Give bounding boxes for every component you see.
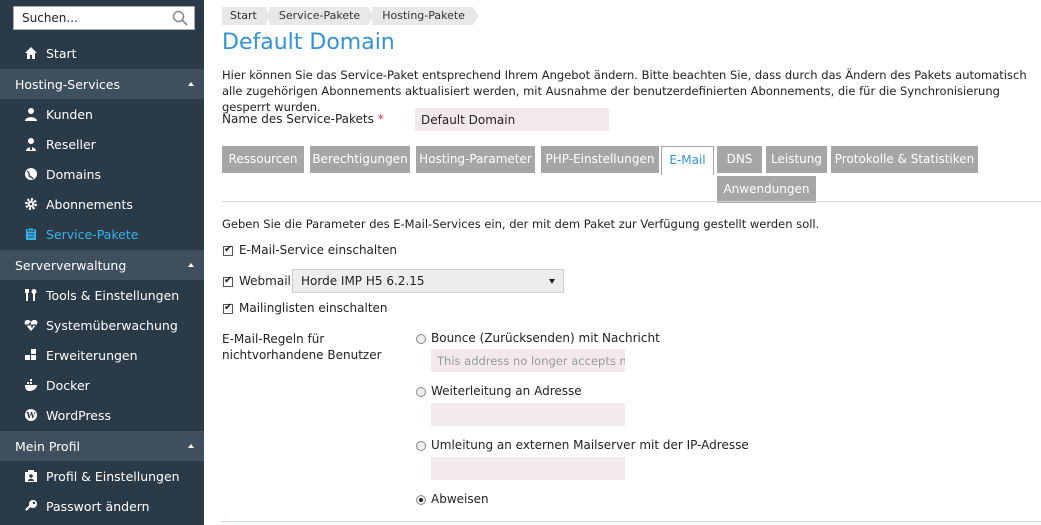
sidebar-item-passwort[interactable]: Passwort ändern — [0, 491, 204, 521]
breadcrumb-start[interactable]: Start — [222, 7, 271, 25]
sidebar-item-abonnements[interactable]: Abonnements — [0, 189, 204, 219]
sidebar-item-wordpress[interactable]: W WordPress — [0, 400, 204, 430]
sidebar-item-erweiterungen[interactable]: Erweiterungen — [0, 340, 204, 370]
radio-bounce[interactable] — [416, 334, 426, 344]
sidebar-item-label: Passwort ändern — [46, 498, 150, 514]
profile-card-icon — [24, 469, 38, 483]
tab-berechtigungen[interactable]: Berechtigungen — [310, 146, 410, 173]
extensions-icon — [24, 348, 38, 362]
radio-redirect[interactable] — [416, 441, 426, 451]
section-serververwaltung[interactable]: Serververwaltung — [0, 250, 204, 280]
package-name-label: Name des Service-Pakets * — [222, 112, 384, 126]
main-content: Start Service-Pakete Hosting-Pakete Defa… — [204, 0, 1041, 525]
wordpress-icon: W — [24, 408, 38, 422]
page-title: Default Domain — [222, 30, 395, 55]
radio-forward-label: Weiterleitung an Adresse — [431, 384, 582, 398]
tab-hosting-parameter[interactable]: Hosting-Parameter — [416, 146, 535, 173]
breadcrumb-hosting-pakete[interactable]: Hosting-Pakete — [372, 7, 479, 25]
search-icon[interactable] — [172, 10, 188, 26]
user-icon — [24, 107, 38, 121]
webmail-select-value: Horde IMP H5 6.2.15 — [301, 274, 425, 288]
gear-icon — [24, 197, 38, 211]
sidebar-item-label: Kunden — [46, 106, 93, 122]
forward-address-input[interactable] — [431, 403, 625, 426]
radio-bounce-label: Bounce (Zurücksenden) mit Nachricht — [431, 331, 660, 345]
section-label: Mein Profil — [15, 438, 81, 454]
sidebar-item-label: Profil & Einstellungen — [46, 468, 180, 484]
breadcrumb: Start Service-Pakete Hosting-Pakete — [222, 7, 479, 25]
tab-e-mail[interactable]: E-Mail — [661, 146, 714, 175]
heart-monitor-icon — [24, 318, 38, 332]
search-input[interactable] — [14, 7, 164, 29]
email-section-description: Geben Sie die Parameter des E-Mail-Servi… — [222, 217, 820, 231]
sidebar-item-start[interactable]: Start — [0, 38, 204, 68]
section-label: Serververwaltung — [15, 257, 127, 273]
enable-email-label: E-Mail-Service einschalten — [239, 243, 397, 257]
svg-text:W: W — [26, 410, 37, 420]
tab-ressourcen[interactable]: Ressourcen — [222, 146, 304, 173]
sidebar: Start Hosting-Services Kunden Reseller D… — [0, 0, 204, 525]
sidebar-item-label: Systemüberwachung — [46, 317, 178, 333]
sidebar-item-kunden[interactable]: Kunden — [0, 99, 204, 129]
radio-reject[interactable] — [416, 495, 426, 505]
sidebar-item-label: Docker — [46, 377, 90, 393]
home-icon — [24, 46, 38, 60]
sidebar-item-label: WordPress — [46, 407, 112, 423]
sidebar-item-label: Start — [46, 45, 77, 61]
webmail-checkbox[interactable] — [223, 275, 233, 287]
radio-reject-label: Abweisen — [431, 492, 489, 506]
sidebar-item-label: Tools & Einstellungen — [46, 287, 180, 303]
key-icon — [24, 499, 38, 513]
collapse-icon[interactable] — [188, 82, 194, 86]
sidebar-item-label: Domains — [46, 166, 102, 182]
tab-php-einstellungen[interactable]: PHP-Einstellungen — [541, 146, 659, 173]
radio-forward[interactable] — [416, 387, 426, 397]
intro-text: Hier können Sie das Service-Paket entspr… — [222, 68, 1027, 114]
search-box[interactable] — [13, 6, 195, 30]
breadcrumb-service-pakete[interactable]: Service-Pakete — [268, 7, 375, 25]
section-hosting-services[interactable]: Hosting-Services — [0, 69, 204, 99]
collapse-icon[interactable] — [188, 263, 194, 267]
radio-redirect-label: Umleitung an externen Mailserver mit der… — [431, 438, 749, 452]
section-mein-profil[interactable]: Mein Profil — [0, 431, 204, 461]
tab-dns[interactable]: DNS — [717, 146, 762, 173]
sidebar-item-reseller[interactable]: Reseller — [0, 129, 204, 159]
sidebar-item-label: Service-Pakete — [46, 226, 139, 242]
package-name-input[interactable] — [415, 108, 609, 131]
section-divider — [222, 521, 1041, 522]
docker-icon — [24, 378, 38, 392]
sidebar-item-label: Abonnements — [46, 196, 133, 212]
tab-anwendungen[interactable]: Anwendungen — [717, 176, 816, 203]
email-rules-label: E-Mail-Regeln für nichtvorhandene Benutz… — [222, 332, 382, 362]
sidebar-item-profil[interactable]: Profil & Einstellungen — [0, 461, 204, 491]
enable-email-checkbox[interactable] — [223, 244, 233, 256]
sidebar-item-docker[interactable]: Docker — [0, 370, 204, 400]
tabs-divider — [222, 201, 1041, 202]
sidebar-item-service-pakete[interactable]: Service-Pakete — [0, 219, 204, 249]
section-label: Hosting-Services — [15, 76, 121, 92]
mailing-lists-label: Mailinglisten einschalten — [239, 301, 388, 315]
redirect-ip-input[interactable] — [431, 457, 625, 480]
webmail-select[interactable]: Horde IMP H5 6.2.15 — [292, 269, 564, 293]
mailing-lists-checkbox[interactable] — [223, 302, 233, 314]
tab-leistung[interactable]: Leistung — [766, 146, 827, 173]
sidebar-item-label: Reseller — [46, 136, 96, 152]
webmail-label: Webmail — [239, 274, 291, 288]
sidebar-item-domains[interactable]: Domains — [0, 159, 204, 189]
collapse-icon[interactable] — [188, 444, 194, 448]
tab-protokolle-statistiken[interactable]: Protokolle & Statistiken — [831, 146, 978, 173]
globe-icon — [24, 167, 38, 181]
required-mark: * — [377, 112, 384, 126]
package-name-label-text: Name des Service-Pakets — [222, 112, 374, 126]
package-icon — [24, 227, 38, 241]
sidebar-item-systemueberwachung[interactable]: Systemüberwachung — [0, 310, 204, 340]
sidebar-item-label: Erweiterungen — [46, 347, 138, 363]
reseller-icon — [24, 137, 38, 151]
bounce-message-input[interactable] — [431, 349, 625, 372]
tools-icon — [24, 288, 38, 302]
dropdown-arrow-icon — [549, 279, 555, 284]
sidebar-item-tools[interactable]: Tools & Einstellungen — [0, 280, 204, 310]
